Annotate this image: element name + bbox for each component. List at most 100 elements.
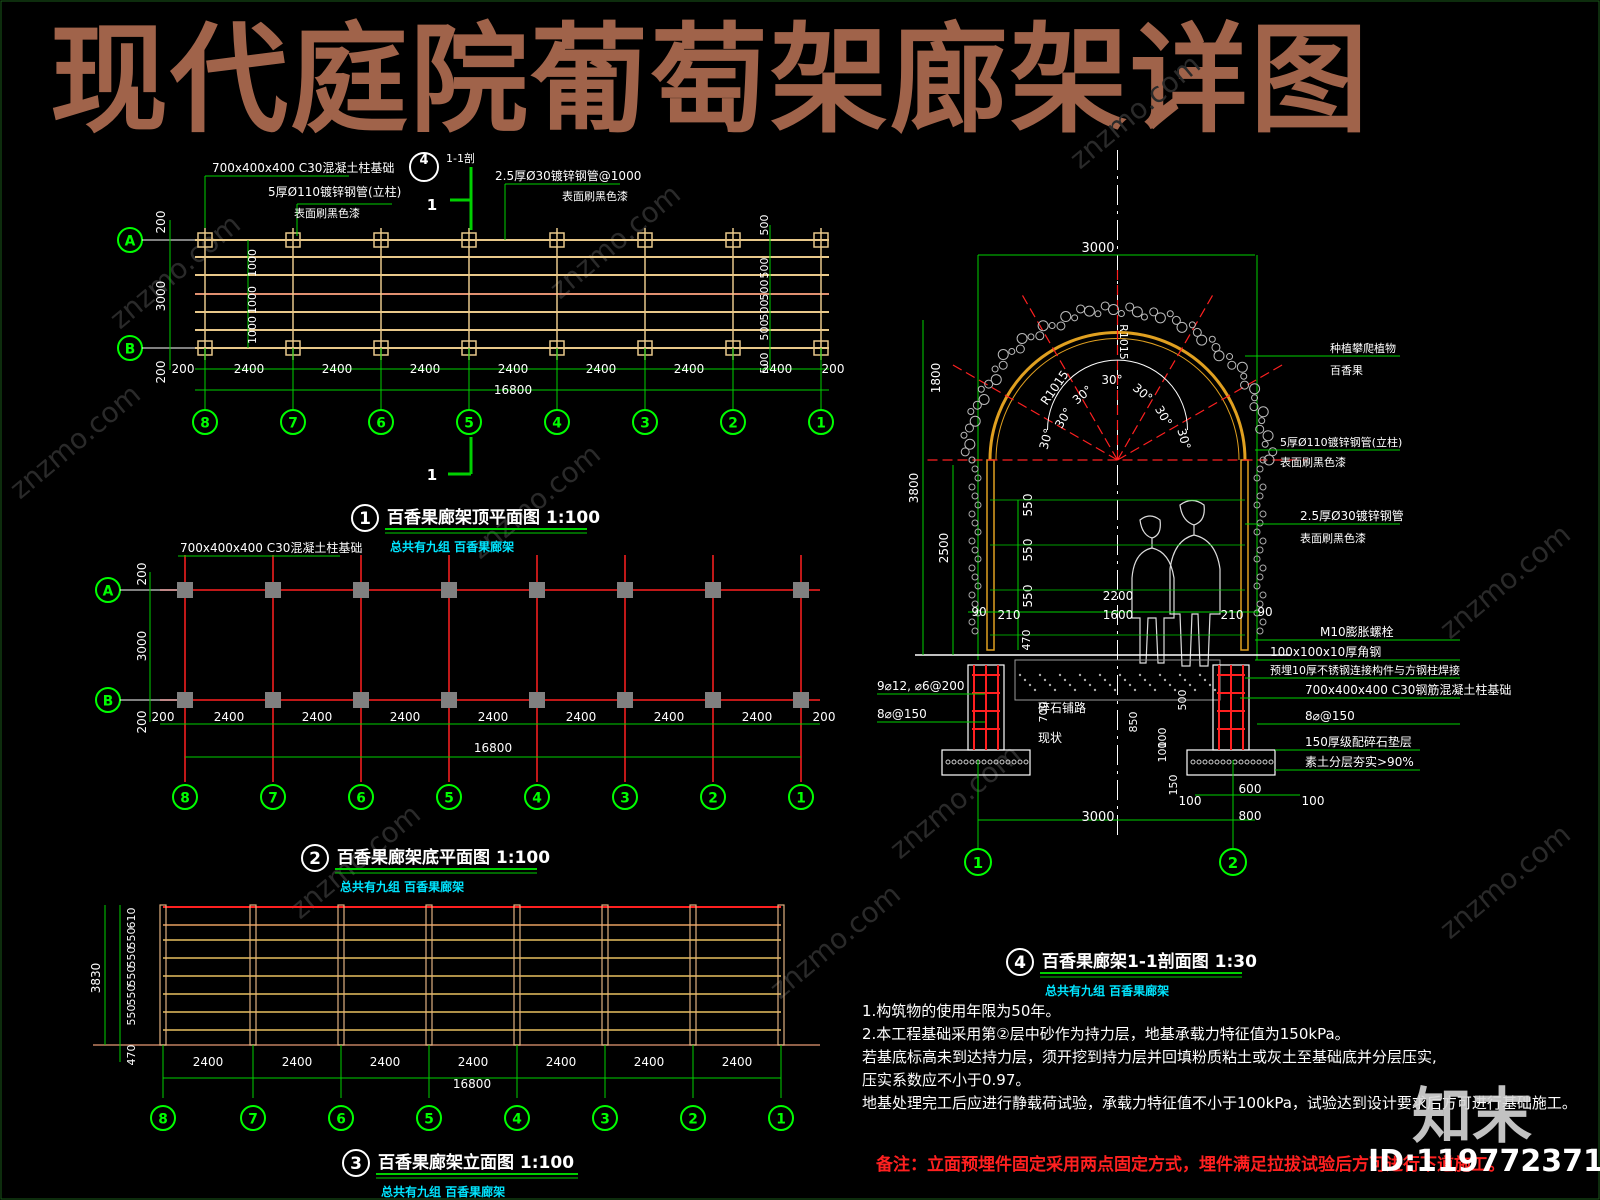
section-gravel-dot [1093, 688, 1097, 692]
section-vine-leaf [1071, 314, 1079, 322]
section-gravel-dot [1208, 759, 1214, 765]
base-plan-column [617, 692, 633, 708]
top-plan-note-post-paint: 表面刷黑色漆 [294, 206, 360, 220]
top-plan-row-bubble-label: B [125, 341, 136, 357]
section-right-label: 预埋10厚不锈钢连接构件与方钢柱焊接 [1270, 663, 1460, 677]
top-plan-axis-bubble-label: 7 [288, 415, 298, 431]
section-person-figure [1169, 499, 1221, 667]
section-gravel-dot [1220, 759, 1226, 765]
watermark-text: znzmo.com [1433, 517, 1577, 645]
section-vine-leaf [1249, 383, 1261, 395]
base-plan-number: 2 [309, 849, 321, 869]
elevation-dim-label: 610 [125, 908, 138, 929]
elevation-dim-label: 2400 [193, 1055, 224, 1069]
section-vine-leaf [977, 385, 985, 393]
section-gravel-dot [1103, 678, 1107, 682]
section-gravel-dot [1018, 673, 1022, 677]
top-plan-inner-dim-label: 500 [758, 280, 771, 301]
base-plan-dim-label: 200 [135, 711, 149, 734]
section-vine-leaf [1256, 546, 1264, 554]
section-height-label: 1800 [929, 363, 943, 394]
section-vine-leaf [990, 374, 1002, 386]
section-gravel-dot [1262, 759, 1268, 765]
watermark-text: znzmo.com [1433, 817, 1577, 945]
top-plan-dim-label: 2400 [762, 362, 793, 376]
section-vine-leaf [1015, 344, 1025, 354]
section-vine-leaf [1100, 301, 1110, 311]
section-angle-label: 30° [1152, 403, 1175, 428]
base-plan-dim-label: 3000 [135, 631, 149, 662]
elevation-axis-bubble-label: 4 [512, 1111, 522, 1127]
section-small-dim: 500 [1176, 690, 1189, 711]
section-vine-leaf [968, 483, 976, 491]
elevation-dim-label: 2400 [722, 1055, 753, 1069]
section-width-bottom: 3000 [1081, 810, 1114, 825]
section-gravel-dot [1190, 759, 1196, 765]
section-gravel-dot [1143, 678, 1147, 682]
section-vine-leaf [1094, 310, 1102, 318]
elevation-axis-bubble-label: 2 [688, 1111, 698, 1127]
section-gravel-dot [1073, 688, 1077, 692]
base-plan-note-column: 700x400x400 C30混凝土柱基础 [180, 540, 362, 555]
section-vine-leaf [1259, 510, 1267, 518]
section-vine-leaf [968, 510, 976, 518]
section-inner-dim: 2200 [1103, 589, 1134, 603]
elevation-axis-bubble-label: 8 [158, 1111, 168, 1127]
section-gravel-dot [1113, 688, 1117, 692]
section-left-label: 8⌀@150 [877, 707, 927, 721]
section-vine-leaf [960, 431, 968, 439]
elevation-dim-label: 550 [125, 928, 138, 949]
base-plan-column [529, 692, 545, 708]
section-gravel-dot [1163, 678, 1167, 682]
section-vine-leaf [971, 492, 979, 500]
top-plan-inner-dim-label: 1000 [246, 286, 259, 314]
section-footing-dim: 100 [1302, 794, 1325, 808]
elevation-dim-label: 2400 [282, 1055, 313, 1069]
top-plan-axis-bubble-label: 1 [816, 415, 826, 431]
top-plan-note-pipe-paint: 表面刷黑色漆 [562, 189, 628, 203]
section-vine-leaf [1258, 417, 1266, 425]
base-plan-column [617, 582, 633, 598]
section-gravel-dot [1148, 683, 1152, 687]
elevation-post [425, 904, 433, 1046]
section-footing-dim: 800 [1239, 809, 1262, 823]
elevation-post [159, 904, 167, 1046]
top-plan-dim-label: 2400 [498, 362, 529, 376]
section-vine-leaf [1056, 321, 1066, 331]
elevation-subcaption: 总共有九组 百香果廊架 [381, 1184, 505, 1199]
base-plan-dim-label: 200 [152, 710, 175, 724]
section-person-figure [1131, 515, 1175, 664]
section-small-dim: 470 [1020, 630, 1033, 651]
elevation-caption: 百香果廊架立面图 1:100 [378, 1152, 574, 1173]
base-plan-column [705, 692, 721, 708]
elevation-post [513, 904, 521, 1046]
section-gravel-dot [945, 759, 951, 765]
section-gravel-dot [1153, 688, 1157, 692]
section-height-label: 3800 [907, 473, 921, 504]
base-plan-column [793, 692, 809, 708]
section-gravel-dot [951, 759, 957, 765]
design-notes: 1.构筑物的使用年限为50年。 2.本工程基础采用第②层中砂作为持力层，地基承载… [862, 1000, 1577, 1115]
top-plan-dim-label: 200 [172, 362, 195, 376]
section-vine-leaf [1259, 564, 1267, 572]
elevation-post [337, 904, 345, 1046]
elevation-axis-bubble-label: 6 [336, 1111, 346, 1127]
section-vine-leaf [971, 573, 979, 581]
top-plan-dim-label: 3000 [154, 281, 168, 312]
section-gravel-dot [1083, 678, 1087, 682]
top-plan-axis-bubble-label: 4 [552, 415, 562, 431]
elevation-axis-bubble-label: 3 [600, 1111, 610, 1127]
section-vine-leaf [1256, 573, 1264, 581]
base-plan-dim-label: 2400 [478, 710, 509, 724]
section-vine-leaf [1140, 313, 1148, 321]
base-plan-axis-bubble-label: 1 [796, 790, 806, 806]
section-number: 4 [1014, 953, 1026, 973]
section-vine-leaf [1196, 334, 1208, 346]
section-right-label: 150厚级配碎石垫层 [1305, 734, 1412, 749]
top-plan-inner-dim-label: 1000 [246, 316, 259, 344]
note-line: 1.构筑物的使用年限为50年。 [862, 1002, 1061, 1020]
section-gravel-dot [1033, 688, 1037, 692]
base-plan-axis-bubble-label: 3 [620, 790, 630, 806]
section-right-label: 表面刷黑色漆 [1300, 531, 1366, 545]
top-plan-inner-dim-label: 500 [758, 300, 771, 321]
